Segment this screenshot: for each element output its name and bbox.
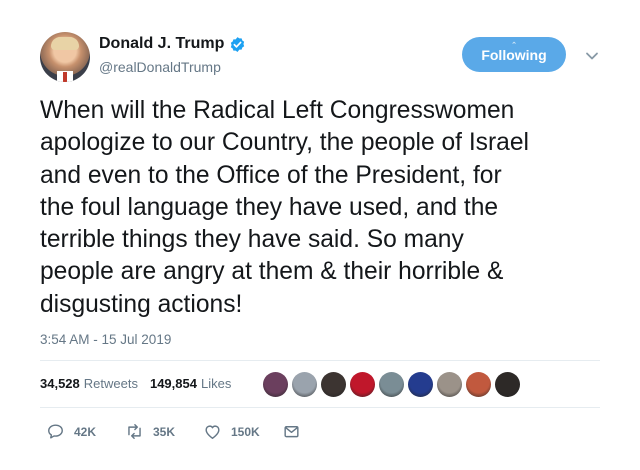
retweet-icon xyxy=(128,424,141,439)
profile-avatar[interactable] xyxy=(40,32,90,82)
author-name-row[interactable]: Donald J. Trump xyxy=(99,35,246,53)
retweets-count[interactable]: 34,528 xyxy=(40,376,80,391)
tweet-text: When will the Radical Left Congresswomen… xyxy=(40,97,529,318)
liker-avatar[interactable] xyxy=(350,372,375,397)
liker-avatar[interactable] xyxy=(263,372,288,397)
liker-avatar[interactable] xyxy=(495,372,520,397)
liker-avatar[interactable] xyxy=(466,372,491,397)
reply-action[interactable]: 42K xyxy=(46,422,96,441)
liker-avatar[interactable] xyxy=(408,372,433,397)
liker-avatar[interactable] xyxy=(437,372,462,397)
divider-bottom xyxy=(40,407,600,408)
liker-avatar[interactable] xyxy=(321,372,346,397)
divider-top xyxy=(40,360,600,361)
liker-avatar[interactable] xyxy=(292,372,317,397)
like-count: 150K xyxy=(231,424,260,439)
like-action[interactable]: 150K xyxy=(203,422,260,441)
verified-badge-icon xyxy=(231,36,245,52)
following-button[interactable]: ⌃ Following xyxy=(462,37,566,72)
retweet-count: 35K xyxy=(153,424,176,439)
display-name[interactable]: Donald J. Trump xyxy=(99,35,224,53)
direct-message-action[interactable] xyxy=(282,422,310,441)
heart-icon xyxy=(205,425,220,439)
retweets-label[interactable]: Retweets xyxy=(84,376,138,391)
following-button-hint: ⌃ xyxy=(511,42,517,49)
reply-icon xyxy=(48,424,63,439)
envelope-icon xyxy=(284,426,299,438)
reply-count: 42K xyxy=(74,424,97,439)
engagement-stats: 34,528 Retweets 149,854 Likes xyxy=(40,376,231,391)
chevron-down-icon[interactable] xyxy=(584,48,600,64)
user-handle[interactable]: @realDonaldTrump xyxy=(99,59,221,75)
retweet-action[interactable]: 35K xyxy=(125,422,175,441)
tweet-timestamp[interactable]: 3:54 AM - 15 Jul 2019 xyxy=(40,332,171,347)
likes-label[interactable]: Likes xyxy=(201,376,231,391)
liker-avatars xyxy=(263,372,524,397)
tweet-card: Donald J. Trump @realDonaldTrump ⌃ Follo… xyxy=(0,0,640,470)
liker-avatar[interactable] xyxy=(379,372,404,397)
tweet-actions: 42K 35K 150K xyxy=(46,422,606,446)
likes-count[interactable]: 149,854 xyxy=(150,376,197,391)
